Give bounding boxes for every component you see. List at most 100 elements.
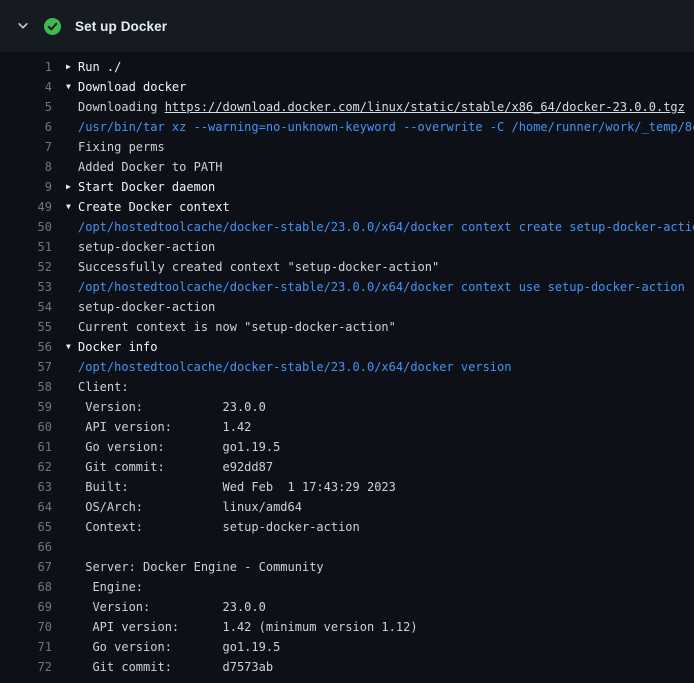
log-row: 62 Git commit: e92dd87 (0, 457, 694, 477)
log-row: 69 Version: 23.0.0 (0, 597, 694, 617)
log-segment: Version: 23.0.0 (78, 600, 266, 614)
log-text: Server: Docker Engine - Community (78, 557, 694, 577)
line-number[interactable]: 61 (0, 437, 52, 457)
line-number[interactable]: 9 (0, 177, 52, 197)
line-number[interactable]: 67 (0, 557, 52, 577)
line-number[interactable]: 53 (0, 277, 52, 297)
log-text: Create Docker context (78, 197, 694, 217)
log-text: /opt/hostedtoolcache/docker-stable/23.0.… (78, 217, 694, 237)
log-text: Added Docker to PATH (78, 157, 694, 177)
log-link[interactable]: https://download.docker.com/linux/static… (165, 100, 685, 114)
log-text: API version: 1.42 (minimum version 1.12) (78, 617, 694, 637)
line-number[interactable]: 69 (0, 597, 52, 617)
line-number[interactable]: 58 (0, 377, 52, 397)
log-group-row[interactable]: 9 ▶Start Docker daemon (0, 177, 694, 197)
log-text: Engine: (78, 577, 694, 597)
step-header[interactable]: Set up Docker (0, 0, 694, 52)
line-number[interactable]: 52 (0, 257, 52, 277)
log-row: 67 Server: Docker Engine - Community (0, 557, 694, 577)
line-number[interactable]: 50 (0, 217, 52, 237)
line-number[interactable]: 64 (0, 497, 52, 517)
log-segment: Download docker (78, 80, 186, 94)
log-row: 71 Go version: go1.19.5 (0, 637, 694, 657)
log-segment: Fixing perms (78, 140, 165, 154)
log-segment: Start Docker daemon (78, 180, 215, 194)
log-text: Start Docker daemon (78, 177, 694, 197)
line-number[interactable]: 8 (0, 157, 52, 177)
log-segment: API version: 1.42 (minimum version 1.12) (78, 620, 418, 634)
log-row: 7 Fixing perms (0, 137, 694, 157)
log-segment: Added Docker to PATH (78, 160, 223, 174)
line-number[interactable]: 55 (0, 317, 52, 337)
line-number[interactable]: 49 (0, 197, 52, 217)
log-row: 5Downloading https://download.docker.com… (0, 97, 694, 117)
line-number[interactable]: 1 (0, 57, 52, 77)
log-text: Go version: go1.19.5 (78, 637, 694, 657)
log-row: 63 Built: Wed Feb 1 17:43:29 2023 (0, 477, 694, 497)
disclosure-expanded-icon: ▼ (66, 197, 78, 217)
line-number[interactable]: 4 (0, 77, 52, 97)
log-text: API version: 1.42 (78, 417, 694, 437)
log-text: OS/Arch: linux/amd64 (78, 497, 694, 517)
log-text: Git commit: e92dd87 (78, 457, 694, 477)
log-text: Built: Wed Feb 1 17:43:29 2023 (78, 477, 694, 497)
line-number[interactable]: 65 (0, 517, 52, 537)
disclosure-expanded-icon: ▼ (66, 337, 78, 357)
log-row: 52 Successfully created context "setup-do… (0, 257, 694, 277)
log-segment: Successfully created context "setup-dock… (78, 260, 439, 274)
log-row: 8 Added Docker to PATH (0, 157, 694, 177)
line-number[interactable]: 59 (0, 397, 52, 417)
log-segment: Go version: go1.19.5 (78, 440, 280, 454)
line-number[interactable]: 54 (0, 297, 52, 317)
line-number[interactable]: 71 (0, 637, 52, 657)
log-group-row[interactable]: 4▼Download docker (0, 77, 694, 97)
log-row: 54 setup-docker-action (0, 297, 694, 317)
log-row: 51 setup-docker-action (0, 237, 694, 257)
line-number[interactable]: 56 (0, 337, 52, 357)
line-number[interactable]: 51 (0, 237, 52, 257)
log-segment: OS/Arch: linux/amd64 (78, 500, 302, 514)
log-row: 70 API version: 1.42 (minimum version 1.… (0, 617, 694, 637)
log-text: Version: 23.0.0 (78, 397, 694, 417)
log-text: Git commit: d7573ab (78, 657, 694, 677)
log-segment: Run ./ (78, 60, 121, 74)
log-row: 58 Client: (0, 377, 694, 397)
log-text: Context: setup-docker-action (78, 517, 694, 537)
log-segment: /opt/hostedtoolcache/docker-stable/23.0.… (78, 360, 511, 374)
line-number[interactable]: 7 (0, 137, 52, 157)
log-row: 50/opt/hostedtoolcache/docker-stable/23.… (0, 217, 694, 237)
log-text: Fixing perms (78, 137, 694, 157)
line-number[interactable]: 72 (0, 657, 52, 677)
line-number[interactable]: 63 (0, 477, 52, 497)
line-number[interactable]: 68 (0, 577, 52, 597)
log-segment: /opt/hostedtoolcache/docker-stable/23.0.… (78, 220, 694, 234)
log-text: Version: 23.0.0 (78, 597, 694, 617)
log-segment: setup-docker-action (78, 240, 215, 254)
log-text: /opt/hostedtoolcache/docker-stable/23.0.… (78, 277, 694, 297)
log-group-row[interactable]: 49 ▼Create Docker context (0, 197, 694, 217)
log-row: 68 Engine: (0, 577, 694, 597)
log-text: Successfully created context "setup-dock… (78, 257, 694, 277)
line-number[interactable]: 60 (0, 417, 52, 437)
log-segment: setup-docker-action (78, 300, 215, 314)
line-number[interactable]: 6 (0, 117, 52, 137)
log-row: 72 Git commit: d7573ab (0, 657, 694, 677)
line-number[interactable]: 5 (0, 97, 52, 117)
chevron-down-icon (16, 19, 30, 33)
line-number[interactable]: 62 (0, 457, 52, 477)
line-number[interactable]: 66 (0, 537, 52, 557)
log-text: Go version: go1.19.5 (78, 437, 694, 457)
log-text: Docker info (78, 337, 694, 357)
disclosure-collapsed-icon: ▶ (66, 177, 78, 197)
log-segment: Engine: (78, 580, 143, 594)
log-row: 66 (0, 537, 694, 557)
log-text: Client: (78, 377, 694, 397)
line-number[interactable]: 70 (0, 617, 52, 637)
log-segment: /opt/hostedtoolcache/docker-stable/23.0.… (78, 280, 685, 294)
check-circle-icon (44, 18, 61, 35)
line-number[interactable]: 57 (0, 357, 52, 377)
log-row: 60 API version: 1.42 (0, 417, 694, 437)
log-group-row[interactable]: 1▶Run ./ (0, 57, 694, 77)
log-group-row[interactable]: 56 ▼Docker info (0, 337, 694, 357)
log-segment: Version: 23.0.0 (78, 400, 266, 414)
